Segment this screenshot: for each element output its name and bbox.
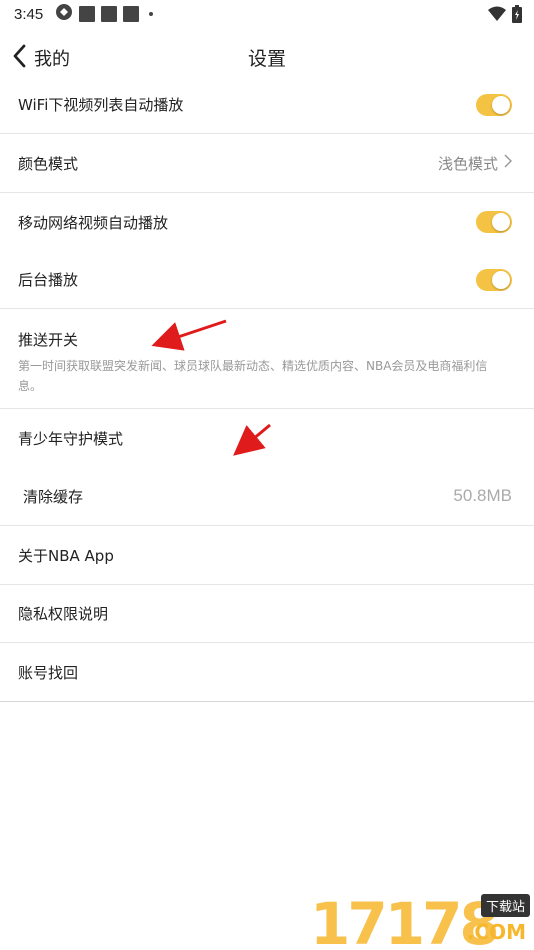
status-notification-icons bbox=[55, 3, 154, 25]
watermark-badge: 下载站 bbox=[480, 894, 530, 917]
setting-privacy[interactable]: 隐私权限说明 bbox=[0, 585, 534, 643]
setting-label: 隐私权限说明 bbox=[18, 605, 109, 623]
cache-size: 50.8MB bbox=[453, 486, 512, 505]
status-system-icons bbox=[488, 5, 522, 27]
setting-label: 推送开关 bbox=[18, 331, 79, 349]
color-mode-value: 浅色模式 bbox=[437, 153, 513, 174]
toggle-knob bbox=[492, 270, 510, 289]
notification-icon bbox=[123, 6, 140, 22]
setting-label: 关于NBA App bbox=[18, 546, 114, 565]
site-watermark: 17178 下载站 .COM bbox=[310, 886, 534, 950]
app-header: 我的 设置 bbox=[0, 36, 534, 80]
setting-clear-cache[interactable]: 清除缓存 50.8MB bbox=[0, 467, 534, 526]
sync-icon bbox=[55, 3, 73, 25]
setting-background-play[interactable]: 后台播放 bbox=[0, 251, 534, 309]
wifi-icon bbox=[488, 6, 506, 26]
watermark-suffix: .COM bbox=[466, 920, 526, 944]
setting-label: 颜色模式 bbox=[18, 154, 79, 173]
setting-youth-mode[interactable]: 青少年守护模式 bbox=[0, 409, 534, 467]
settings-list: WiFi下视频列表自动播放 颜色模式 浅色模式 移动网络视频自动播放 后台播放 … bbox=[0, 76, 534, 702]
more-notifications-icon bbox=[149, 12, 154, 16]
setting-label: 青少年守护模式 bbox=[18, 429, 124, 448]
chevron-right-icon bbox=[504, 154, 513, 172]
notification-icon bbox=[101, 6, 118, 22]
setting-wifi-autoplay[interactable]: WiFi下视频列表自动播放 bbox=[0, 76, 534, 134]
background-play-toggle[interactable] bbox=[476, 268, 512, 291]
page-title: 设置 bbox=[247, 48, 286, 70]
setting-label: 后台播放 bbox=[18, 271, 79, 289]
setting-about[interactable]: 关于NBA App bbox=[0, 526, 534, 585]
status-time: 3:45 bbox=[14, 5, 44, 23]
setting-push-switch[interactable]: 推送开关 第一时间获取联盟突发新闻、球员球队最新动态、精选优质内容、NBA会员及… bbox=[0, 309, 534, 409]
setting-label: 清除缓存 bbox=[23, 487, 84, 506]
setting-label: 移动网络视频自动播放 bbox=[18, 213, 169, 232]
setting-label: WiFi下视频列表自动播放 bbox=[18, 96, 184, 114]
color-mode-current: 浅色模式 bbox=[437, 154, 498, 173]
toggle-knob bbox=[492, 95, 510, 114]
mobile-autoplay-toggle[interactable] bbox=[476, 211, 512, 233]
notification-icon bbox=[79, 6, 96, 22]
setting-color-mode[interactable]: 颜色模式 浅色模式 bbox=[0, 134, 534, 193]
battery-icon bbox=[512, 5, 522, 27]
status-bar: 3:45 bbox=[0, 0, 534, 28]
toggle-knob bbox=[492, 213, 510, 231]
setting-mobile-autoplay[interactable]: 移动网络视频自动播放 bbox=[0, 193, 534, 251]
wifi-autoplay-toggle[interactable] bbox=[476, 93, 512, 116]
setting-account-recovery[interactable]: 账号找回 bbox=[0, 643, 534, 702]
setting-label: 账号找回 bbox=[18, 663, 79, 682]
setting-description: 第一时间获取联盟突发新闻、球员球队最新动态、精选优质内容、NBA会员及电商福利信… bbox=[18, 359, 488, 393]
